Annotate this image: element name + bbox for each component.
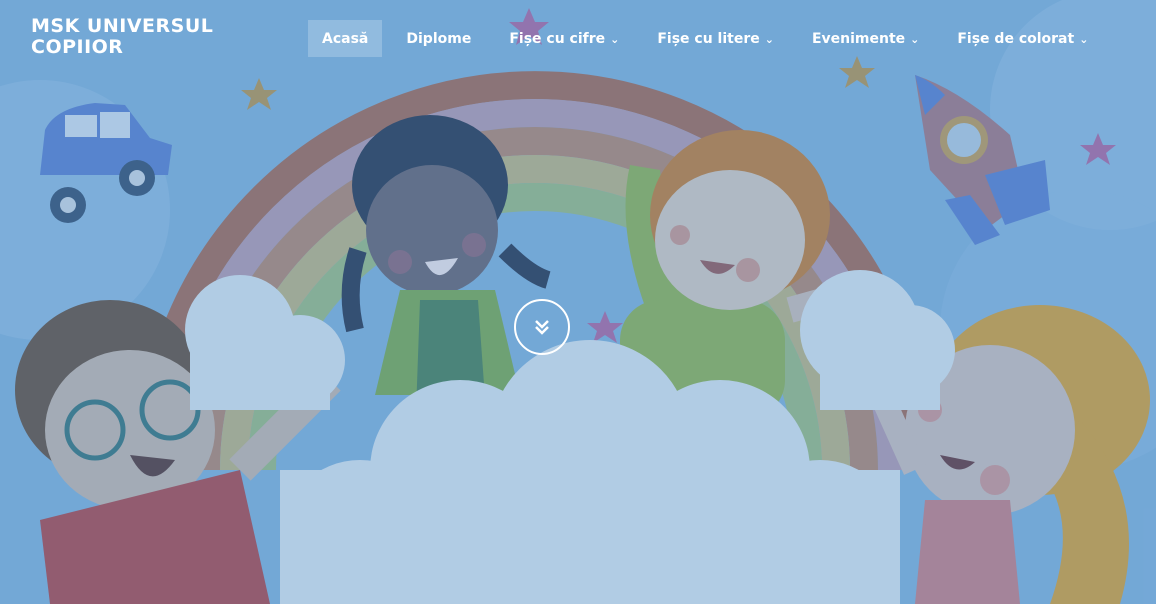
nav-item-fise-de-colorat[interactable]: Fișe de colorat ⌄ — [943, 20, 1102, 57]
nav-item-fise-cu-litere[interactable]: Fișe cu litere ⌄ — [643, 20, 788, 57]
site-logo[interactable]: MSK UNIVERSUL COPIIOR — [31, 16, 213, 58]
nav-label: Fișe de colorat — [957, 30, 1075, 47]
logo-line-2: COPIIOR — [31, 36, 124, 58]
main-nav: Acasă Diplome Fișe cu cifre ⌄ Fișe cu li… — [308, 20, 1112, 57]
scroll-down-button[interactable] — [514, 299, 570, 355]
nav-label: Diplome — [406, 30, 472, 47]
nav-label: Fișe cu cifre — [509, 30, 606, 47]
chevron-down-icon: ⌄ — [1079, 33, 1089, 46]
hero-banner — [0, 0, 1156, 604]
chevron-down-icon: ⌄ — [910, 33, 920, 46]
chevron-down-icon: ⌄ — [764, 33, 774, 46]
site-header: MSK UNIVERSUL COPIIOR Acasă Diplome Fișe… — [0, 0, 1156, 78]
nav-item-acasa[interactable]: Acasă — [308, 20, 383, 57]
nav-item-evenimente[interactable]: Evenimente ⌄ — [798, 20, 933, 57]
double-chevron-down-icon — [535, 320, 549, 335]
nav-item-diplome[interactable]: Diplome — [392, 20, 485, 57]
chevron-down-icon: ⌄ — [610, 33, 620, 46]
nav-item-fise-cu-cifre[interactable]: Fișe cu cifre ⌄ — [495, 20, 633, 57]
nav-label: Evenimente — [811, 30, 906, 47]
logo-line-1: MSK UNIVERSUL — [31, 15, 214, 37]
nav-label: Fișe cu litere — [657, 30, 760, 47]
hero-illustration — [0, 0, 1156, 604]
nav-label: Acasă — [322, 30, 369, 47]
